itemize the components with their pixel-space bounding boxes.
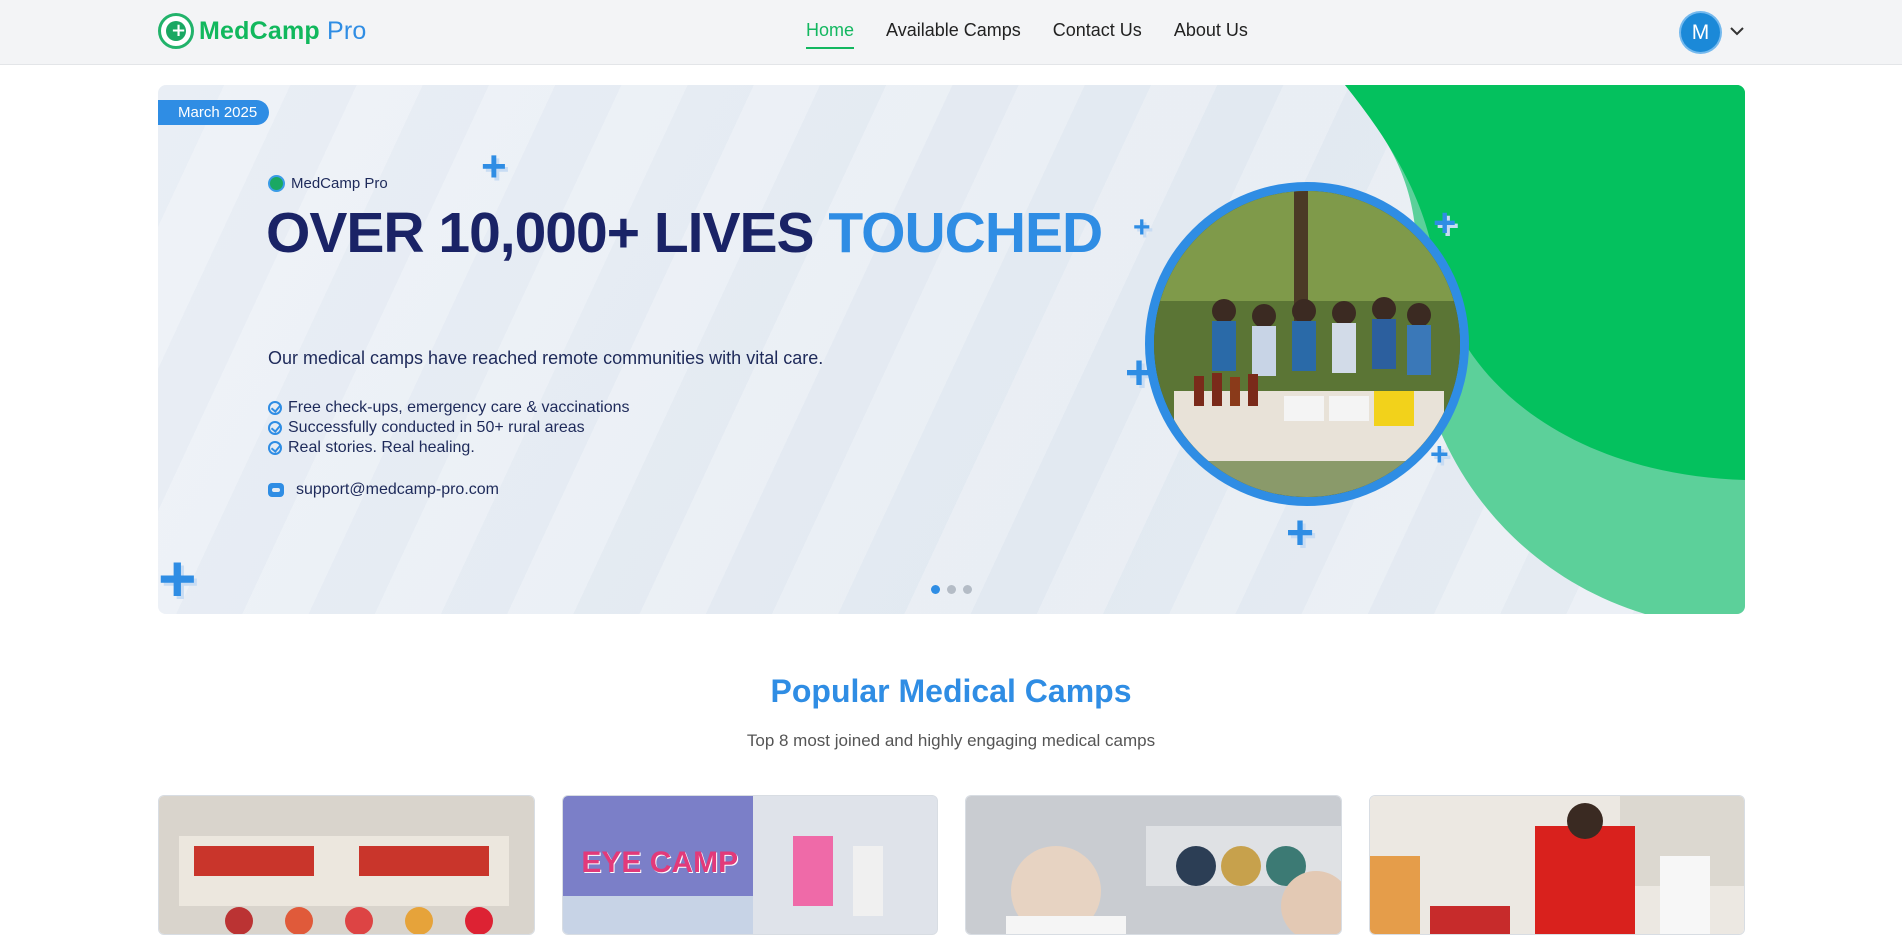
section-title: Popular Medical Camps [770, 673, 1132, 709]
support-email: support@medcamp-pro.com [296, 481, 499, 498]
main-nav: Home Available Camps Contact Us About Us [806, 20, 1248, 49]
bullet-text: Free check-ups, emergency care & vaccina… [288, 399, 630, 416]
nav-available-camps[interactable]: Available Camps [886, 20, 1021, 49]
user-avatar[interactable]: M [1681, 13, 1720, 52]
date-badge: March 2025 [158, 100, 270, 125]
nav-contact-us[interactable]: Contact Us [1053, 20, 1142, 49]
hero-bullet-list: Free check-ups, emergency care & vaccina… [268, 398, 629, 458]
check-circle-icon [268, 441, 282, 455]
mail-icon [268, 483, 284, 497]
slide-dot-1[interactable] [931, 585, 940, 594]
top-navbar: + MedCamp Pro Home Available Camps Conta… [0, 0, 1902, 65]
plus-decoration-icon: + [158, 541, 197, 614]
camp-card[interactable] [1368, 795, 1745, 935]
hero-camp-photo [1145, 182, 1469, 506]
camp-card-image [1369, 796, 1745, 934]
hero-brand: MedCamp Pro [268, 175, 388, 192]
camp-cards: EYE CAMP [158, 795, 1745, 935]
hero-title-main: OVER 10,000+ LIVES [266, 201, 829, 265]
list-item: Real stories. Real healing. [268, 438, 629, 458]
brand-name-accent: Pro [319, 16, 367, 45]
camp-card-photo-text: EYE CAMP [581, 846, 739, 879]
brand-logo[interactable]: + MedCamp Pro [158, 13, 367, 49]
plus-decoration-icon: + [481, 142, 507, 191]
hero-subtitle: Our medical camps have reached remote co… [268, 348, 824, 368]
nav-home[interactable]: Home [806, 20, 855, 49]
hero-banner: March 2025 MedCamp Pro OVER 10,000+ LIVE… [158, 85, 1745, 614]
check-circle-icon [268, 401, 282, 415]
camp-card[interactable] [965, 795, 1342, 935]
section-subtitle: Top 8 most joined and highly engaging me… [746, 731, 1156, 750]
camp-card-image [966, 796, 1341, 934]
nav-about-us[interactable]: About Us [1174, 20, 1248, 49]
hero-title: OVER 10,000+ LIVES TOUCHED [266, 200, 1103, 266]
medcamp-logo-icon [268, 175, 285, 192]
hero-email: support@medcamp-pro.com [268, 481, 499, 499]
medical-cross-icon: + [158, 13, 194, 49]
camp-card-image [159, 796, 534, 934]
list-item: Free check-ups, emergency care & vaccina… [268, 398, 629, 418]
bullet-text: Real stories. Real healing. [288, 439, 475, 456]
slide-dot-3[interactable] [963, 585, 972, 594]
camp-photo-illustration [1154, 191, 1460, 497]
slider-dots [931, 585, 972, 594]
plus-decoration-icon: + [1433, 201, 1457, 245]
plus-decoration-icon: + [1286, 507, 1315, 560]
brand-name: MedCamp Pro [199, 17, 367, 46]
plus-decoration-icon: + [1133, 211, 1151, 244]
hero-brand-label: MedCamp Pro [291, 175, 388, 192]
brand-name-main: MedCamp [199, 16, 320, 45]
bullet-text: Successfully conducted in 50+ rural area… [288, 419, 585, 436]
camp-card[interactable]: EYE CAMP [561, 795, 938, 935]
hero-title-highlight: TOUCHED [828, 201, 1103, 265]
list-item: Successfully conducted in 50+ rural area… [268, 418, 629, 438]
slide-dot-2[interactable] [947, 585, 956, 594]
camp-card[interactable] [158, 795, 535, 935]
check-circle-icon [268, 421, 282, 435]
chevron-down-icon[interactable] [1728, 22, 1746, 40]
